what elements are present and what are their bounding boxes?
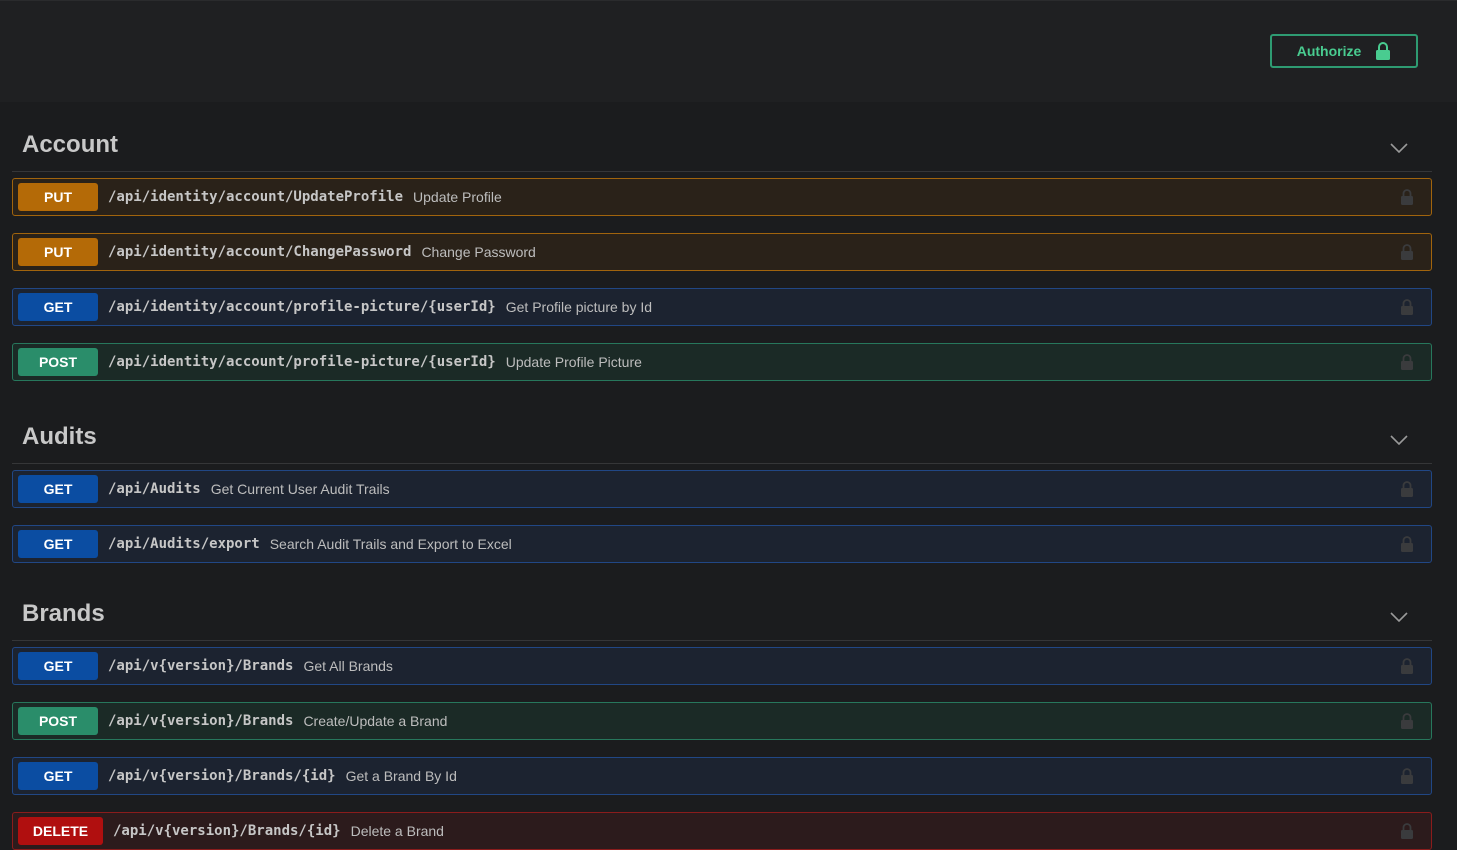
operation-summary: Get Profile picture by Id <box>505 299 653 315</box>
operation-row[interactable]: PUT/api/identity/account/ChangePassword C… <box>12 233 1432 271</box>
operation-row[interactable]: GET/api/Audits Get Current User Audit Tra… <box>12 470 1432 508</box>
operation-path: /api/identity/account/UpdateProfile <box>108 189 404 205</box>
operation-row[interactable]: GET/api/Audits/export Search Audit Trails… <box>12 525 1432 563</box>
operation-summary: Get All Brands <box>303 658 393 674</box>
operation-path: /api/identity/account/profile-picture/{u… <box>108 299 496 315</box>
operation-row[interactable]: PUT/api/identity/account/UpdateProfile Up… <box>12 178 1432 216</box>
top-bar: Authorize <box>0 0 1457 102</box>
method-badge: GET <box>18 762 98 790</box>
method-badge: PUT <box>18 238 98 266</box>
authorize-label: Authorize <box>1296 43 1362 59</box>
method-badge: PUT <box>18 183 98 211</box>
operation-row[interactable]: POST/api/identity/account/profile-pictur… <box>12 343 1432 381</box>
lock-icon[interactable] <box>1400 354 1414 370</box>
operation-summary: Update Profile Picture <box>505 354 642 370</box>
method-badge: POST <box>18 348 98 376</box>
section-header[interactable]: Brands <box>12 580 1432 641</box>
operation-summary: Update Profile <box>413 189 502 205</box>
operation-row[interactable]: DELETE/api/v{version}/Brands/{id} Delete … <box>12 812 1432 850</box>
lock-icon[interactable] <box>1400 189 1414 205</box>
section-title: Brands <box>22 600 105 627</box>
chevron-down-icon[interactable] <box>1390 143 1408 153</box>
section-title: Account <box>22 131 118 158</box>
operation-path: /api/identity/account/ChangePassword <box>108 244 412 260</box>
chevron-down-icon[interactable] <box>1390 435 1408 445</box>
operation-summary: Get a Brand By Id <box>345 768 457 784</box>
lock-icon[interactable] <box>1400 658 1414 674</box>
operation-path: /api/v{version}/Brands/{id} <box>113 823 341 839</box>
operation-row[interactable]: GET/api/v{version}/Brands/{id} Get a Bran… <box>12 757 1432 795</box>
operation-row[interactable]: GET/api/identity/account/profile-picture… <box>12 288 1432 326</box>
lock-icon[interactable] <box>1400 713 1414 729</box>
lock-icon[interactable] <box>1400 244 1414 260</box>
operation-summary: Get Current User Audit Trails <box>210 481 390 497</box>
method-badge: GET <box>18 652 98 680</box>
chevron-down-icon[interactable] <box>1390 612 1408 622</box>
operation-path: /api/identity/account/profile-picture/{u… <box>108 354 496 370</box>
method-badge: GET <box>18 475 98 503</box>
operation-path: /api/Audits/export <box>108 536 260 552</box>
method-badge: GET <box>18 293 98 321</box>
operation-summary: Search Audit Trails and Export to Excel <box>269 536 512 552</box>
lock-icon <box>1376 42 1391 60</box>
lock-icon[interactable] <box>1400 536 1414 552</box>
api-operations-list: Account PUT/api/identity/account/UpdatePr… <box>0 102 1457 850</box>
lock-icon[interactable] <box>1400 299 1414 315</box>
method-badge: GET <box>18 530 98 558</box>
operation-summary: Change Password <box>421 244 536 260</box>
operation-path: /api/v{version}/Brands <box>108 713 294 729</box>
method-badge: DELETE <box>18 817 103 845</box>
lock-icon[interactable] <box>1400 768 1414 784</box>
operation-summary: Delete a Brand <box>350 823 444 839</box>
lock-icon[interactable] <box>1400 481 1414 497</box>
operation-path: /api/v{version}/Brands/{id} <box>108 768 336 784</box>
section-title: Audits <box>22 423 97 450</box>
section-header[interactable]: Account <box>12 102 1432 172</box>
operation-path: /api/v{version}/Brands <box>108 658 294 674</box>
authorize-button[interactable]: Authorize <box>1270 34 1418 68</box>
method-badge: POST <box>18 707 98 735</box>
operation-path: /api/Audits <box>108 481 201 497</box>
lock-icon[interactable] <box>1400 823 1414 839</box>
operation-summary: Create/Update a Brand <box>303 713 448 729</box>
operation-row[interactable]: GET/api/v{version}/Brands Get All Brands <box>12 647 1432 685</box>
operation-row[interactable]: POST/api/v{version}/Brands Create/Update … <box>12 702 1432 740</box>
section-header[interactable]: Audits <box>12 398 1432 464</box>
